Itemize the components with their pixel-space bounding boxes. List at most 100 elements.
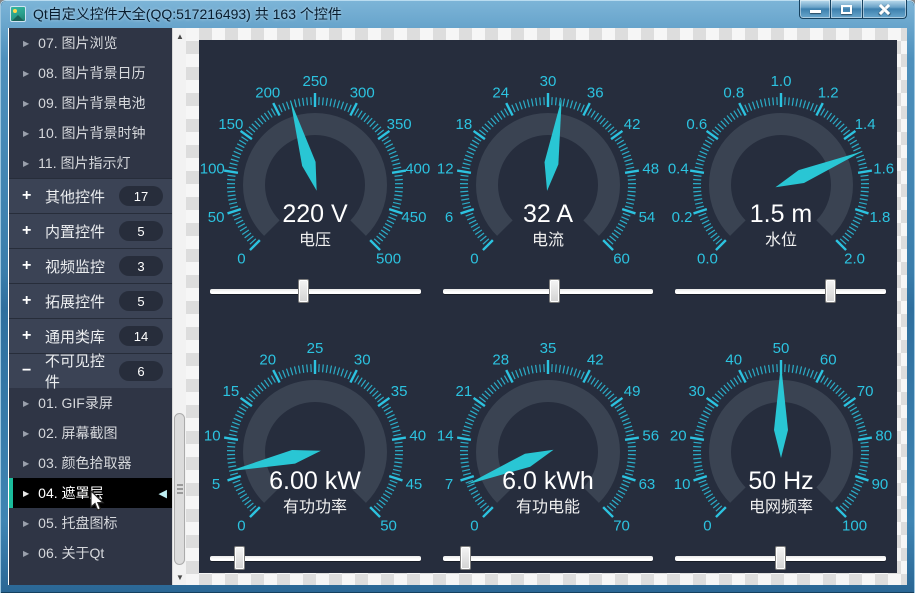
sidebar-item-top-2[interactable]: ▶ 09. 图片背景电池 [9,88,172,118]
scrollbar-thumb[interactable] [174,413,185,565]
svg-text:90: 90 [871,476,888,493]
sidebar-group-label: 内置控件 [45,221,105,242]
svg-text:6.00 kW: 6.00 kW [269,467,361,495]
sidebar-item-bottom-3[interactable]: ▶ 04. 遮罩层 ◀ [9,478,172,508]
slider-track[interactable] [443,556,654,561]
sidebar-item-label: 05. 托盘图标 [38,513,117,533]
sidebar-group-label: 视频监控 [45,256,105,277]
sidebar-item-top-4[interactable]: ▶11. 图片指示灯 [9,148,172,178]
svg-text:450: 450 [402,209,427,226]
svg-text:80: 80 [875,427,892,444]
scroll-up-icon[interactable]: ▲ [173,29,187,43]
scroll-down-icon[interactable]: ▼ [173,570,187,584]
sidebar-item-label: 09. 图片背景电池 [38,93,145,113]
gauge-row-1: 050100150200250300350400450500220 V电压061… [199,40,897,276]
sidebar-item-bottom-5[interactable]: ▶06. 关于Qt [9,538,172,568]
window-controls [800,0,907,19]
right-triangle-icon: ▶ [23,99,29,108]
sidebar-item-top-0[interactable]: ▶07. 图片浏览 [9,28,172,58]
svg-text:42: 42 [624,116,641,133]
slider-track[interactable] [675,289,886,294]
maximize-icon [841,5,852,14]
svg-text:21: 21 [456,382,473,399]
svg-text:24: 24 [492,84,509,101]
sidebar-item-bottom-4[interactable]: ▶05. 托盘图标 [9,508,172,538]
svg-text:1.5 m: 1.5 m [749,200,812,228]
maximize-button[interactable] [830,0,863,19]
right-triangle-icon: ▶ [23,489,29,498]
svg-text:0.6: 0.6 [686,116,707,133]
slider-active-power[interactable] [210,546,421,570]
slider-voltage[interactable] [210,279,421,303]
svg-text:50: 50 [381,517,398,534]
svg-text:1.6: 1.6 [873,161,894,178]
slider-current[interactable] [443,279,654,303]
svg-text:0.2: 0.2 [671,209,692,226]
svg-text:20: 20 [260,351,277,368]
right-triangle-icon: ▶ [23,39,29,48]
svg-text:30: 30 [354,351,371,368]
slider-track[interactable] [443,289,654,294]
plus-icon: + [22,187,36,205]
sidebar-group-1[interactable]: +内置控件5 [9,213,172,248]
svg-text:0.4: 0.4 [668,161,689,178]
svg-text:10: 10 [673,476,690,493]
svg-text:42: 42 [587,351,604,368]
svg-text:60: 60 [820,351,837,368]
svg-text:250: 250 [303,73,328,90]
sidebar-item-label: 04. 遮罩层 [38,483,103,503]
slider-active-energy[interactable] [443,546,654,570]
sidebar-item-label: 10. 图片背景时钟 [38,123,145,143]
gauge-active-energy: 071421283542495663706.0 kWh有功电能 [432,307,665,543]
slider-grid-frequency[interactable] [675,546,886,570]
slider-handle[interactable] [549,279,560,303]
right-triangle-icon: ▶ [23,549,29,558]
slider-row-1 [199,276,897,307]
sidebar-scrollbar[interactable]: ▲ ▼ [172,28,186,585]
right-triangle-icon: ▶ [23,459,29,468]
app-picture-icon [10,6,26,22]
gauge-row-2: 051015202530354045506.00 kW有功功率071421283… [199,307,897,543]
slider-handle[interactable] [825,279,836,303]
right-triangle-icon: ▶ [23,69,29,78]
svg-text:电网频率: 电网频率 [749,498,813,516]
window-title: Qt自定义控件大全(QQ:517216493) 共 163 个控件 [33,4,342,24]
svg-text:25: 25 [307,340,324,357]
sidebar-item-top-1[interactable]: ▶08. 图片背景日历 [9,58,172,88]
svg-text:电压: 电压 [299,231,331,249]
right-triangle-icon: ▶ [23,429,29,438]
sidebar-group-5[interactable]: −不可见控件6 [9,353,172,388]
slider-handle[interactable] [298,279,309,303]
slider-water-level[interactable] [675,279,886,303]
gauge-water-level: 0.00.20.40.60.81.01.21.41.61.82.01.5 m水位 [664,40,897,276]
sidebar-item-bottom-1[interactable]: ▶02. 屏幕截图 [9,418,172,448]
sidebar-item-label: 03. 颜色拾取器 [38,453,131,473]
selected-pointer-icon: ◀ [159,487,167,500]
sidebar-item-top-3[interactable]: ▶10. 图片背景时钟 [9,118,172,148]
slider-handle[interactable] [234,546,245,570]
titlebar[interactable]: Qt自定义控件大全(QQ:517216493) 共 163 个控件 [0,0,915,28]
slider-handle[interactable] [460,546,471,570]
slider-track[interactable] [210,289,421,294]
sidebar-group-2[interactable]: +视频监控3 [9,248,172,283]
svg-text:60: 60 [613,251,630,268]
svg-text:18: 18 [456,116,473,133]
svg-text:50 Hz: 50 Hz [748,467,813,495]
gauge-current: 0612182430364248546032 A电流 [432,40,665,276]
svg-text:0: 0 [470,517,478,534]
svg-text:有功电能: 有功电能 [516,498,580,516]
slider-handle[interactable] [775,546,786,570]
svg-text:54: 54 [639,209,656,226]
sidebar-item-bottom-2[interactable]: ▶ 03. 颜色拾取器 [9,448,172,478]
svg-text:30: 30 [540,73,557,90]
minimize-button[interactable] [799,0,831,19]
plus-icon: + [22,292,36,310]
svg-text:7: 7 [445,476,453,493]
sidebar-group-0[interactable]: +其他控件17 [9,178,172,213]
close-button[interactable] [862,0,907,19]
sidebar-group-4[interactable]: +通用类库14 [9,318,172,353]
sidebar-item-bottom-0[interactable]: ▶01. GIF录屏 [9,388,172,418]
svg-text:14: 14 [437,427,454,444]
sidebar-group-3[interactable]: +拓展控件5 [9,283,172,318]
svg-text:50: 50 [772,340,789,357]
